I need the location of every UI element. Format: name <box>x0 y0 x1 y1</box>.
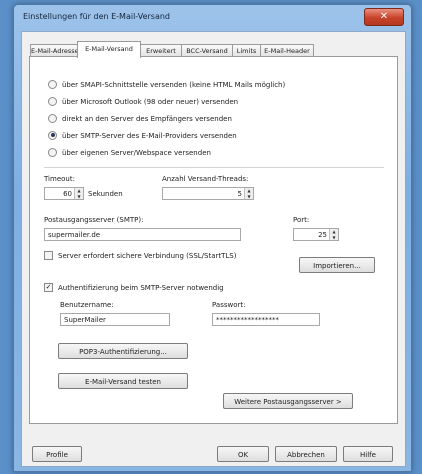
radio-icon <box>48 79 57 89</box>
radio-selected-icon <box>48 130 57 140</box>
profile-button[interactable]: Profile <box>32 446 82 462</box>
timeout-label: Timeout: <box>44 175 75 183</box>
spin-arrows-icon[interactable]: ▲ ▼ <box>329 229 338 240</box>
checkbox-icon <box>44 250 53 260</box>
title-bar[interactable]: Einstellungen für den E-Mail-Versand ✕ <box>14 5 411 29</box>
smtp-auth-checkbox[interactable]: ✓ Authentifizierung beim SMTP-Server notw… <box>44 282 224 294</box>
radio-own-server[interactable]: über eigenen Server/Webspace versenden <box>48 147 211 159</box>
smtp-label: Postausgangsserver (SMTP): <box>44 216 144 224</box>
radio-smapi[interactable]: über SMAPI-Schnittstelle versenden (kein… <box>48 79 285 91</box>
timeout-spinner[interactable]: 60 ▲ ▼ <box>44 187 84 200</box>
port-spinner[interactable]: 25 ▲ ▼ <box>293 228 339 241</box>
password-input[interactable]: ****************** <box>212 313 320 326</box>
settings-dialog: Einstellungen für den E-Mail-Versand ✕ E… <box>13 4 412 472</box>
radio-direct[interactable]: direkt an den Server des Empfängers vers… <box>48 113 232 125</box>
secure-connection-checkbox[interactable]: Server erfordert sichere Verbindung (SSL… <box>44 250 236 262</box>
email-send-panel: über SMAPI-Schnittstelle versenden (kein… <box>29 56 398 424</box>
import-button[interactable]: Importieren... <box>299 257 375 273</box>
spin-arrows-icon[interactable]: ▲ ▼ <box>244 188 253 199</box>
ok-button[interactable]: OK <box>217 446 269 462</box>
radio-outlook[interactable]: über Microsoft Outlook (98 oder neuer) v… <box>48 96 238 108</box>
checkbox-label: Authentifizierung beim SMTP-Server notwe… <box>58 284 224 292</box>
radio-icon <box>48 96 57 106</box>
password-label: Passwort: <box>212 301 246 309</box>
radio-smtp-provider[interactable]: über SMTP-Server des E-Mail-Providers ve… <box>48 130 237 142</box>
separator <box>44 167 384 168</box>
port-label: Port: <box>293 216 310 224</box>
cancel-button[interactable]: Abbrechen <box>275 446 337 462</box>
radio-label: direkt an den Server des Empfängers vers… <box>62 115 232 123</box>
radio-label: über SMTP-Server des E-Mail-Providers ve… <box>62 132 237 140</box>
checkbox-label: Server erfordert sichere Verbindung (SSL… <box>58 252 237 260</box>
help-button[interactable]: Hilfe <box>343 446 393 462</box>
dialog-client-area: E-Mail-Adressen E-Mail-Versand Erweitert… <box>21 31 406 467</box>
smtp-server-input[interactable]: supermailer.de <box>44 228 241 241</box>
radio-icon <box>48 113 57 123</box>
timeout-unit: Sekunden <box>88 190 123 198</box>
tab-email-send[interactable]: E-Mail-Versand <box>77 41 141 58</box>
radio-label: über Microsoft Outlook (98 oder neuer) v… <box>62 98 239 106</box>
pop3-auth-button[interactable]: POP3-Authentifizierung... <box>58 343 188 359</box>
checkbox-checked-icon: ✓ <box>44 282 53 292</box>
radio-icon <box>48 147 57 157</box>
timeout-value: 60 <box>63 190 72 198</box>
more-servers-button[interactable]: Weitere Postausgangsserver > <box>223 393 353 409</box>
radio-label: über SMAPI-Schnittstelle versenden (kein… <box>62 81 286 89</box>
username-label: Benutzername: <box>60 301 114 309</box>
spin-arrows-icon[interactable]: ▲ ▼ <box>74 188 83 199</box>
window-title: Einstellungen für den E-Mail-Versand <box>23 12 170 21</box>
username-input[interactable]: SuperMailer <box>60 313 170 326</box>
test-send-button[interactable]: E-Mail-Versand testen <box>58 373 188 389</box>
close-button[interactable]: ✕ <box>364 8 404 26</box>
threads-spinner[interactable]: 5 ▲ ▼ <box>162 187 254 200</box>
threads-label: Anzahl Versand-Threads: <box>162 175 249 183</box>
radio-label: über eigenen Server/Webspace versenden <box>62 149 211 157</box>
port-value: 25 <box>318 231 327 239</box>
threads-value: 5 <box>237 190 242 198</box>
